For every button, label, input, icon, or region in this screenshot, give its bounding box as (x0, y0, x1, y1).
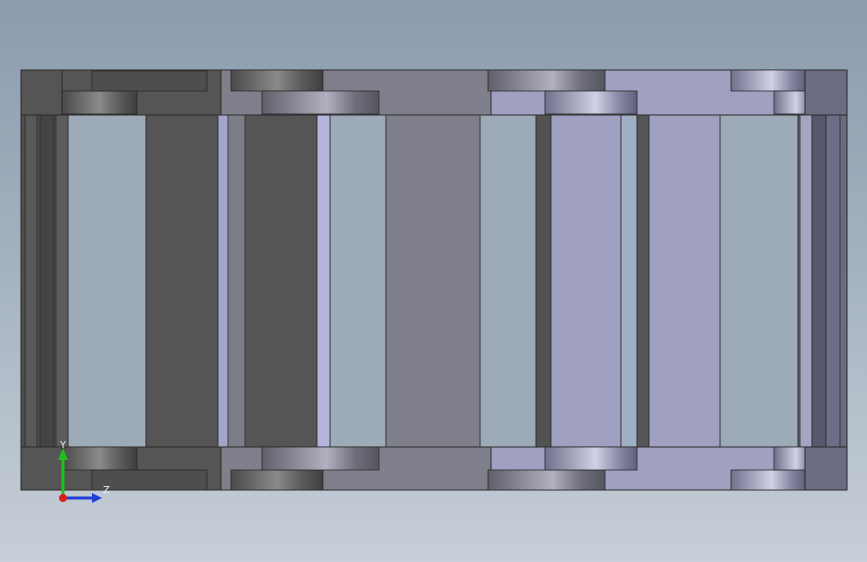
top-roller-3 (230, 69, 324, 92)
panel-gap-1 (67, 114, 147, 448)
crossbar-4-edge (535, 114, 552, 448)
right-side-strip-3 (825, 114, 841, 448)
bottom-roller-4 (261, 446, 380, 471)
top-roller-5 (487, 69, 606, 92)
drag-chain-model[interactable] (0, 0, 867, 562)
left-side-strip-2 (39, 114, 55, 448)
top-roller-1 (61, 90, 138, 115)
left-side-strip-3 (55, 114, 69, 448)
crossbar-4 (550, 114, 622, 448)
triad-z-label: Z (103, 485, 110, 496)
bottom-roller-1 (61, 446, 138, 471)
graphics-viewport[interactable]: Y Z (0, 0, 867, 562)
bottom-roller-5 (487, 469, 606, 491)
crossbar-5 (648, 114, 721, 448)
bottom-roller-6 (544, 446, 638, 471)
bottom-corner-right (804, 446, 848, 491)
bottom-corner-left (20, 446, 63, 491)
top-corner-right (804, 69, 848, 116)
crossbar-4-side (620, 114, 638, 448)
triad-x-axis (59, 494, 67, 502)
left-side-strip-1 (24, 114, 38, 448)
bottom-roller-7 (730, 469, 806, 491)
crossbar-2-edge (316, 114, 331, 448)
panel-gap-4 (719, 114, 799, 448)
top-roller-4 (261, 90, 380, 115)
triad-y-label: Y (60, 440, 67, 451)
crossbar-2 (244, 114, 318, 448)
triad-z-arrow (92, 493, 102, 503)
crossbar-3 (385, 114, 481, 448)
top-roller-2 (91, 70, 208, 92)
bottom-roller-3 (230, 469, 324, 491)
crossbar-1 (145, 114, 219, 448)
top-roller-6 (544, 90, 638, 115)
crossbar-5-edge (636, 114, 650, 448)
right-side-strip-2 (811, 114, 827, 448)
panel-gap-2 (329, 114, 387, 448)
top-corner-left (20, 69, 63, 116)
right-side-strip-1 (799, 114, 813, 448)
crossbar-1-edge (217, 114, 229, 448)
top-roller-7 (730, 69, 806, 92)
panel-gap-3 (479, 114, 537, 448)
